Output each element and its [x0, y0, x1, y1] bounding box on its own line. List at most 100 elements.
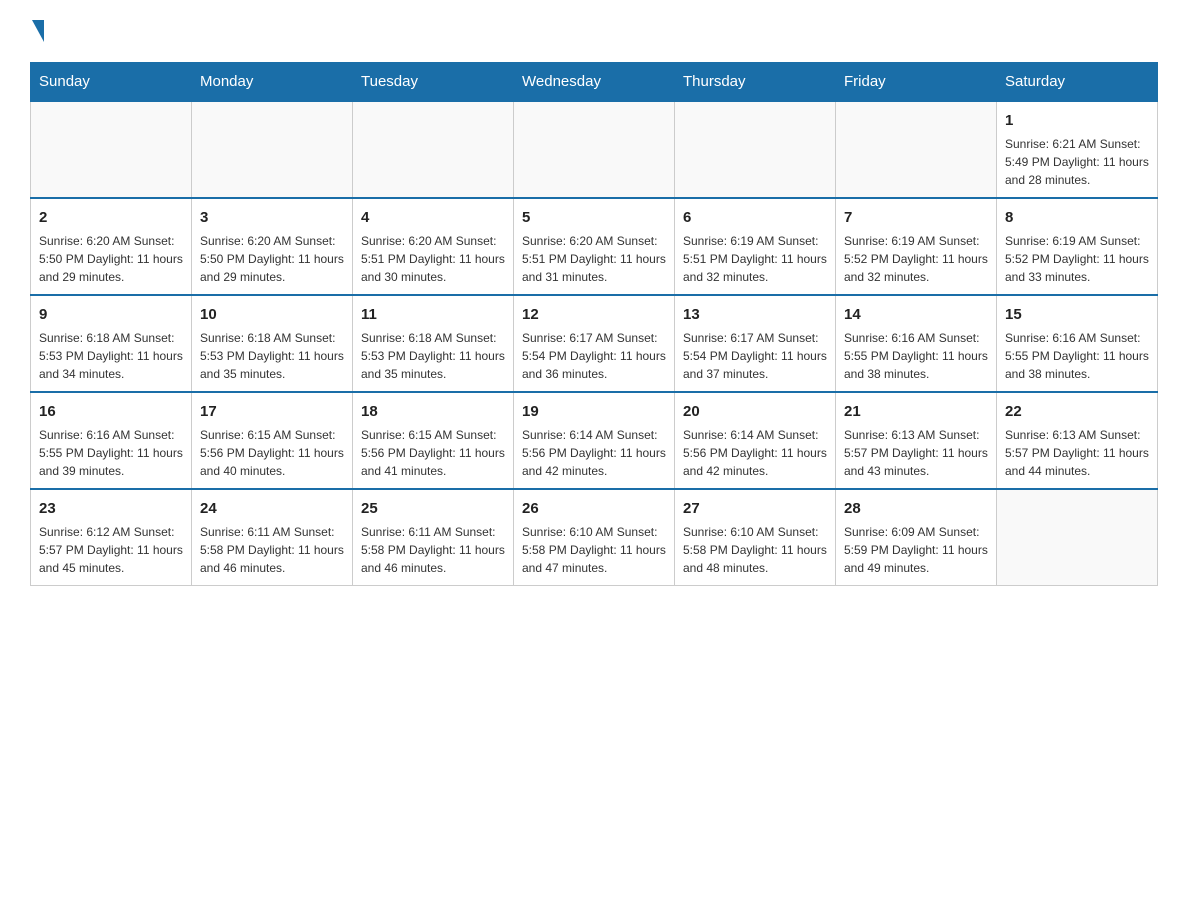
calendar-cell: 2Sunrise: 6:20 AM Sunset: 5:50 PM Daylig… [31, 198, 192, 295]
weekday-header-sunday: Sunday [31, 63, 192, 102]
calendar-cell: 20 Sunrise: 6:14 AM Sunset: 5:56 PM Dayli… [675, 392, 836, 489]
day-number: 6 [683, 207, 827, 228]
calendar-cell: 13 Sunrise: 6:17 AM Sunset: 5:54 PM Dayli… [675, 295, 836, 392]
day-info: Sunrise: 6:18 AM Sunset: 5:53 PM Dayligh… [361, 329, 505, 383]
calendar-cell: 26 Sunrise: 6:10 AM Sunset: 5:58 PM Dayli… [514, 489, 675, 586]
weekday-header-tuesday: Tuesday [353, 63, 514, 102]
day-info: Sunrise: 6:15 AM Sunset: 5:56 PM Dayligh… [200, 426, 344, 480]
page-header [30, 20, 1158, 42]
week-row-4: 16 Sunrise: 6:16 AM Sunset: 5:55 PM Dayli… [31, 392, 1158, 489]
logo-arrow-icon [32, 20, 44, 42]
calendar-cell [192, 101, 353, 198]
day-number: 26 [522, 498, 666, 519]
day-number: 5 [522, 207, 666, 228]
day-number: 14 [844, 304, 988, 325]
calendar-cell [675, 101, 836, 198]
day-number: 27 [683, 498, 827, 519]
day-info: Sunrise: 6:15 AM Sunset: 5:56 PM Dayligh… [361, 426, 505, 480]
day-info: Sunrise: 6:19 AM Sunset: 5:52 PM Dayligh… [844, 232, 988, 286]
day-info: Sunrise: 6:12 AM Sunset: 5:57 PM Dayligh… [39, 523, 183, 577]
weekday-header-wednesday: Wednesday [514, 63, 675, 102]
weekday-header-thursday: Thursday [675, 63, 836, 102]
day-number: 3 [200, 207, 344, 228]
calendar-cell: 5 Sunrise: 6:20 AM Sunset: 5:51 PM Daylig… [514, 198, 675, 295]
day-number: 16 [39, 401, 183, 422]
day-number: 24 [200, 498, 344, 519]
calendar-cell: 23 Sunrise: 6:12 AM Sunset: 5:57 PM Dayli… [31, 489, 192, 586]
week-row-5: 23 Sunrise: 6:12 AM Sunset: 5:57 PM Dayli… [31, 489, 1158, 586]
day-number: 9 [39, 304, 183, 325]
calendar-cell [997, 489, 1158, 586]
week-row-3: 9 Sunrise: 6:18 AM Sunset: 5:53 PM Daylig… [31, 295, 1158, 392]
calendar-cell [836, 101, 997, 198]
day-number: 11 [361, 304, 505, 325]
weekday-header-friday: Friday [836, 63, 997, 102]
day-number: 17 [200, 401, 344, 422]
day-number: 4 [361, 207, 505, 228]
day-info: Sunrise: 6:11 AM Sunset: 5:58 PM Dayligh… [361, 523, 505, 577]
day-info: Sunrise: 6:17 AM Sunset: 5:54 PM Dayligh… [683, 329, 827, 383]
day-number: 28 [844, 498, 988, 519]
day-number: 13 [683, 304, 827, 325]
calendar-cell: 4 Sunrise: 6:20 AM Sunset: 5:51 PM Daylig… [353, 198, 514, 295]
day-number: 1 [1005, 110, 1149, 131]
calendar-cell: 11 Sunrise: 6:18 AM Sunset: 5:53 PM Dayli… [353, 295, 514, 392]
calendar-cell: 6 Sunrise: 6:19 AM Sunset: 5:51 PM Daylig… [675, 198, 836, 295]
calendar-cell: 19 Sunrise: 6:14 AM Sunset: 5:56 PM Dayli… [514, 392, 675, 489]
calendar-cell: 25 Sunrise: 6:11 AM Sunset: 5:58 PM Dayli… [353, 489, 514, 586]
day-info: Sunrise: 6:14 AM Sunset: 5:56 PM Dayligh… [683, 426, 827, 480]
day-info: Sunrise: 6:19 AM Sunset: 5:52 PM Dayligh… [1005, 232, 1149, 286]
day-number: 8 [1005, 207, 1149, 228]
day-number: 15 [1005, 304, 1149, 325]
day-number: 23 [39, 498, 183, 519]
day-info: Sunrise: 6:10 AM Sunset: 5:58 PM Dayligh… [683, 523, 827, 577]
calendar-cell: 21Sunrise: 6:13 AM Sunset: 5:57 PM Dayli… [836, 392, 997, 489]
calendar-cell: 15 Sunrise: 6:16 AM Sunset: 5:55 PM Dayli… [997, 295, 1158, 392]
week-row-2: 2Sunrise: 6:20 AM Sunset: 5:50 PM Daylig… [31, 198, 1158, 295]
day-info: Sunrise: 6:18 AM Sunset: 5:53 PM Dayligh… [200, 329, 344, 383]
day-number: 12 [522, 304, 666, 325]
day-info: Sunrise: 6:16 AM Sunset: 5:55 PM Dayligh… [1005, 329, 1149, 383]
day-number: 18 [361, 401, 505, 422]
calendar-cell: 16 Sunrise: 6:16 AM Sunset: 5:55 PM Dayli… [31, 392, 192, 489]
day-number: 7 [844, 207, 988, 228]
calendar-cell: 22Sunrise: 6:13 AM Sunset: 5:57 PM Dayli… [997, 392, 1158, 489]
weekday-header-row: SundayMondayTuesdayWednesdayThursdayFrid… [31, 63, 1158, 102]
calendar-table: SundayMondayTuesdayWednesdayThursdayFrid… [30, 62, 1158, 586]
day-info: Sunrise: 6:09 AM Sunset: 5:59 PM Dayligh… [844, 523, 988, 577]
day-number: 25 [361, 498, 505, 519]
week-row-1: 1 Sunrise: 6:21 AM Sunset: 5:49 PM Daylig… [31, 101, 1158, 198]
calendar-cell [353, 101, 514, 198]
day-info: Sunrise: 6:14 AM Sunset: 5:56 PM Dayligh… [522, 426, 666, 480]
day-info: Sunrise: 6:16 AM Sunset: 5:55 PM Dayligh… [39, 426, 183, 480]
calendar-cell: 3 Sunrise: 6:20 AM Sunset: 5:50 PM Daylig… [192, 198, 353, 295]
day-info: Sunrise: 6:18 AM Sunset: 5:53 PM Dayligh… [39, 329, 183, 383]
day-info: Sunrise: 6:20 AM Sunset: 5:50 PM Dayligh… [200, 232, 344, 286]
calendar-cell [514, 101, 675, 198]
calendar-cell: 1 Sunrise: 6:21 AM Sunset: 5:49 PM Daylig… [997, 101, 1158, 198]
calendar-cell: 8 Sunrise: 6:19 AM Sunset: 5:52 PM Daylig… [997, 198, 1158, 295]
calendar-cell: 10 Sunrise: 6:18 AM Sunset: 5:53 PM Dayli… [192, 295, 353, 392]
day-number: 19 [522, 401, 666, 422]
day-number: 10 [200, 304, 344, 325]
day-info: Sunrise: 6:17 AM Sunset: 5:54 PM Dayligh… [522, 329, 666, 383]
day-info: Sunrise: 6:16 AM Sunset: 5:55 PM Dayligh… [844, 329, 988, 383]
day-info: Sunrise: 6:21 AM Sunset: 5:49 PM Dayligh… [1005, 135, 1149, 189]
day-info: Sunrise: 6:20 AM Sunset: 5:51 PM Dayligh… [522, 232, 666, 286]
day-info: Sunrise: 6:13 AM Sunset: 5:57 PM Dayligh… [1005, 426, 1149, 480]
calendar-cell: 12 Sunrise: 6:17 AM Sunset: 5:54 PM Dayli… [514, 295, 675, 392]
calendar-cell: 17 Sunrise: 6:15 AM Sunset: 5:56 PM Dayli… [192, 392, 353, 489]
weekday-header-saturday: Saturday [997, 63, 1158, 102]
calendar-cell: 24 Sunrise: 6:11 AM Sunset: 5:58 PM Dayli… [192, 489, 353, 586]
day-info: Sunrise: 6:19 AM Sunset: 5:51 PM Dayligh… [683, 232, 827, 286]
day-info: Sunrise: 6:20 AM Sunset: 5:50 PM Dayligh… [39, 232, 183, 286]
day-info: Sunrise: 6:13 AM Sunset: 5:57 PM Dayligh… [844, 426, 988, 480]
calendar-cell [31, 101, 192, 198]
day-info: Sunrise: 6:20 AM Sunset: 5:51 PM Dayligh… [361, 232, 505, 286]
day-info: Sunrise: 6:10 AM Sunset: 5:58 PM Dayligh… [522, 523, 666, 577]
day-info: Sunrise: 6:11 AM Sunset: 5:58 PM Dayligh… [200, 523, 344, 577]
calendar-cell: 9 Sunrise: 6:18 AM Sunset: 5:53 PM Daylig… [31, 295, 192, 392]
calendar-cell: 14 Sunrise: 6:16 AM Sunset: 5:55 PM Dayli… [836, 295, 997, 392]
weekday-header-monday: Monday [192, 63, 353, 102]
day-number: 20 [683, 401, 827, 422]
